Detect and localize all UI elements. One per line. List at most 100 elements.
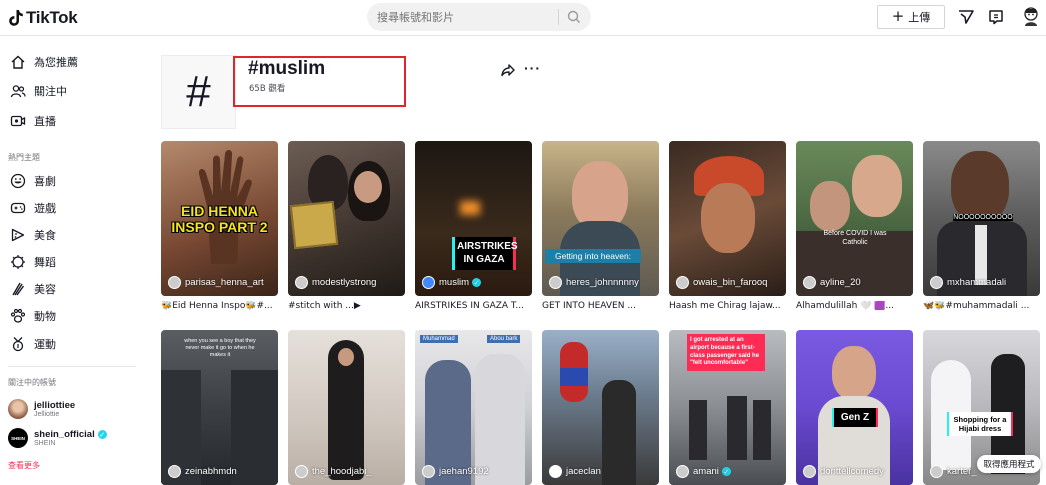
video-creator[interactable]: modestlystrong [295, 276, 376, 289]
creator-name: jaceclan [566, 466, 601, 477]
verified-badge-icon: ✓ [97, 430, 107, 439]
avatar: SHEIN [8, 428, 28, 448]
get-app-button[interactable]: 取得應用程式 [977, 455, 1041, 473]
video-card[interactable]: owais_bin_farooq [669, 141, 786, 296]
topic-beauty[interactable]: 美容 [10, 280, 56, 298]
video-creator[interactable]: the_hoodjabi_ [295, 465, 372, 478]
video-card[interactable]: I got arrested at an airport because a f… [669, 330, 786, 485]
person-shape [753, 400, 771, 460]
tag-views: 65B 觀看 [249, 84, 286, 94]
face-shape [354, 171, 382, 203]
creator-name: owais_bin_farooq [693, 277, 768, 288]
face-shape [951, 151, 1009, 223]
video-card[interactable]: EID HENNA INSPO PART 2 parisas_henna_art [161, 141, 278, 296]
topic-animals[interactable]: 動物 [10, 307, 56, 325]
nav-live[interactable]: 直播 [10, 112, 56, 130]
following-icon [10, 85, 26, 98]
beauty-icon [12, 282, 25, 296]
video-card[interactable]: Muhammad Abou bark jaehan9192 [415, 330, 532, 485]
face-shape [852, 155, 902, 217]
creator-avatar [930, 465, 943, 478]
dance-icon [11, 255, 25, 269]
topics-title: 熱門主題 [8, 153, 40, 162]
video-creator[interactable]: amani ✓ [676, 465, 731, 478]
video-overlay-text: I got arrested at an airport because a f… [687, 334, 765, 372]
topic-label: 動物 [34, 310, 56, 323]
topic-comedy[interactable]: 喜劇 [10, 172, 56, 190]
home-icon [11, 55, 25, 69]
see-more-link[interactable]: 查看更多 [8, 460, 40, 471]
share-icon[interactable] [500, 62, 516, 78]
video-card[interactable]: modestlystrong [288, 141, 405, 296]
send-icon[interactable] [957, 8, 975, 26]
more-options-icon[interactable]: ··· [524, 60, 541, 76]
creator-name: amani [693, 466, 719, 477]
person-shape [727, 396, 747, 460]
topic-gaming[interactable]: 遊戲 [10, 199, 56, 217]
video-caption[interactable]: #stitch with ...▶ [288, 301, 405, 311]
search-icon[interactable] [566, 9, 582, 25]
tiktok-logo[interactable]: TikTok [8, 7, 78, 29]
topic-sports[interactable]: 運動 [10, 335, 56, 353]
upload-button[interactable]: + 上傳 [877, 5, 945, 29]
avatar [8, 399, 28, 419]
topic-label: 美食 [34, 229, 56, 242]
video-card[interactable]: Before COVID I was Catholic ayline_20 [796, 141, 913, 296]
video-card[interactable]: NOOOOOOOOOO mxhammadali [923, 141, 1040, 296]
video-card[interactable]: Getting into heaven: heres_johnnnnny [542, 141, 659, 296]
video-caption[interactable]: AIRSTRIKES IN GAZA T... [415, 301, 532, 311]
video-caption[interactable]: 🦋🐝#muhammadali ... [923, 301, 1040, 311]
creator-name: the_hoodjabi_ [312, 466, 372, 477]
video-caption[interactable]: GET INTO HEAVEN ... [542, 301, 659, 311]
video-card[interactable]: when you see a boy that they never make … [161, 330, 278, 485]
video-creator[interactable]: karter_ [930, 465, 977, 478]
divider [8, 366, 136, 367]
video-overlay-text: Gen Z [832, 408, 878, 427]
profile-avatar-icon[interactable] [1021, 6, 1041, 28]
video-creator[interactable]: zeinabhmdn [168, 465, 237, 478]
video-creator[interactable]: ayline_20 [803, 276, 861, 289]
video-creator[interactable]: heres_johnnnnny [549, 276, 639, 289]
creator-avatar [549, 276, 562, 289]
inbox-icon[interactable] [987, 8, 1005, 26]
video-card[interactable]: Gen Z donttellcomedy [796, 330, 913, 485]
creator-avatar [676, 276, 689, 289]
video-card[interactable]: AIRSTRIKES IN GAZA muslim ✓ [415, 141, 532, 296]
search-divider [558, 9, 559, 25]
nav-following[interactable]: 關注中 [10, 82, 67, 100]
video-creator[interactable]: donttellcomedy [803, 465, 884, 478]
video-creator[interactable]: parisas_henna_art [168, 276, 264, 289]
nav-for-you[interactable]: 為您推薦 [10, 53, 78, 71]
video-overlay-text: EID HENNA INSPO PART 2 [171, 203, 268, 236]
video-card[interactable]: the_hoodjabi_ [288, 330, 405, 485]
following-account[interactable]: SHEIN shein_official ✓ SHEIN [8, 427, 107, 449]
face-shape [810, 181, 850, 231]
video-caption[interactable]: 🐝Eid Henna Inspo🐝#... [161, 301, 278, 311]
creator-name: donttellcomedy [820, 466, 884, 477]
topic-label: 美容 [34, 283, 56, 296]
upload-label: 上傳 [908, 11, 931, 24]
video-overlay-text: Shopping for a Hijabi dress [947, 412, 1013, 436]
verified-badge-icon: ✓ [472, 278, 482, 287]
video-creator[interactable]: jaehan9192 [422, 465, 489, 478]
face-shape [832, 346, 876, 400]
video-creator[interactable]: owais_bin_farooq [676, 276, 767, 289]
topic-food[interactable]: 美食 [10, 226, 56, 244]
nav-label: 為您推薦 [34, 56, 78, 69]
search-input[interactable] [377, 9, 547, 25]
video-card[interactable]: jaceclan [542, 330, 659, 485]
creator-name: zeinabhmdn [185, 466, 237, 477]
following-account[interactable]: jelliottiee Jelliottie [8, 398, 75, 420]
video-creator[interactable]: muslim ✓ [422, 276, 482, 289]
video-caption[interactable]: Alhamdulillah 🤍 🟪... [796, 301, 913, 311]
creator-name: jaehan9192 [439, 466, 489, 477]
search-bar [367, 3, 591, 31]
nav-label: 直播 [34, 115, 56, 128]
topic-dance[interactable]: 舞蹈 [10, 253, 56, 271]
creator-name: muslim [439, 277, 470, 288]
live-icon [10, 115, 26, 127]
account-username: jelliottiee [34, 400, 76, 411]
video-caption[interactable]: Haash me Chirag lajaw... [669, 301, 786, 311]
video-creator[interactable]: jaceclan [549, 465, 601, 478]
video-creator[interactable]: mxhammadali [930, 276, 1006, 289]
